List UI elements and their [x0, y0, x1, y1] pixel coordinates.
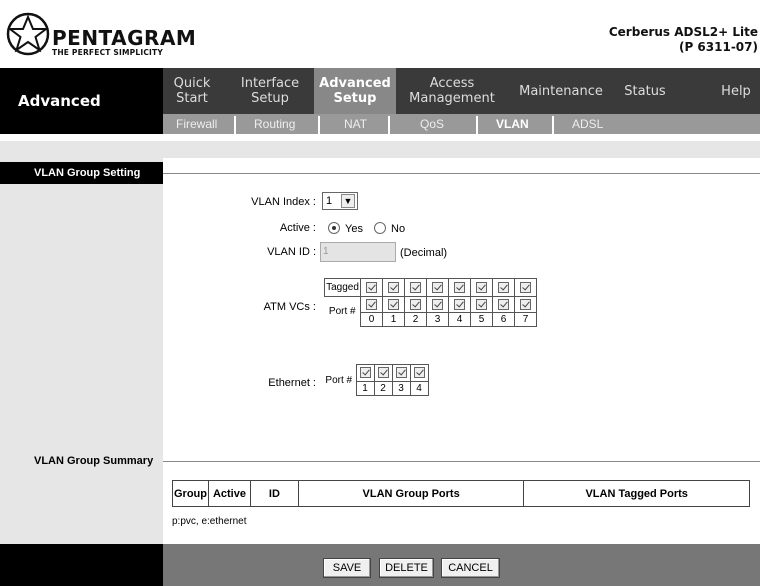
atm-vcs-label: ATM VCs :: [263, 301, 316, 313]
subnav-separator: [318, 116, 320, 134]
vlan-id-unit: (Decimal): [400, 247, 448, 259]
vlan-index-label: VLAN Index :: [251, 196, 316, 208]
spacer-bar: [0, 141, 760, 158]
eth-port-checkbox-1[interactable]: [359, 367, 371, 379]
atm-tagged-checkbox-6[interactable]: [498, 281, 509, 293]
atm-vcs-grid: Tagged Port # 0 1 2 3 4 5 6 7: [324, 278, 537, 327]
atm-port-checkbox-0[interactable]: [366, 298, 377, 310]
delete-button[interactable]: DELETE: [379, 558, 434, 578]
subtab-firewall[interactable]: Firewall: [176, 114, 217, 134]
header: PENTAGRAM THE PERFECT SIMPLICITY Cerberu…: [0, 0, 760, 68]
subtab-vlan[interactable]: VLAN: [496, 114, 529, 134]
col-group-ports: VLAN Group Ports: [297, 480, 525, 507]
atm-port-number: 0: [360, 312, 383, 327]
eth-port-number: 1: [355, 381, 375, 396]
col-id: ID: [249, 480, 299, 507]
atm-port-checkbox-1[interactable]: [388, 298, 399, 310]
section-title: Advanced: [0, 68, 163, 134]
brand-logo: PENTAGRAM THE PERFECT SIMPLICITY: [6, 12, 196, 62]
brand-name: PENTAGRAM: [52, 26, 197, 50]
atm-tagged-checkbox-3[interactable]: [432, 281, 443, 293]
tab-status[interactable]: Status: [618, 68, 672, 114]
atm-tagged-checkbox-4[interactable]: [454, 281, 465, 293]
eth-port-checkbox-3[interactable]: [395, 367, 407, 379]
col-active: Active: [207, 480, 251, 507]
subnav-separator: [388, 116, 390, 134]
active-yes-label: Yes: [345, 223, 363, 235]
cancel-button[interactable]: CANCEL: [441, 558, 500, 578]
atm-port-number: 7: [514, 312, 537, 327]
eth-port-checkbox-2[interactable]: [377, 367, 389, 379]
subtab-qos[interactable]: QoS: [420, 114, 444, 134]
divider: [163, 461, 760, 462]
atm-tagged-checkbox-7[interactable]: [520, 281, 531, 293]
tab-maintenance[interactable]: Maintenance: [512, 68, 610, 114]
eth-port-checkbox-4[interactable]: [413, 367, 425, 379]
col-tagged-ports: VLAN Tagged Ports: [523, 480, 750, 507]
product-line2: (P 6311-07): [678, 40, 758, 54]
product-name: Cerberus ADSL2+ Lite (P 6311-07): [609, 25, 758, 55]
tab-advanced-setup[interactable]: Advanced Setup: [314, 68, 396, 114]
atm-port-checkbox-4[interactable]: [454, 298, 465, 310]
subtab-routing[interactable]: Routing: [254, 114, 295, 134]
ethernet-grid: Port # 1 2 3 4: [322, 364, 429, 396]
active-label: Active :: [279, 222, 316, 234]
atm-port-checkbox-2[interactable]: [410, 298, 421, 310]
atm-port-checkbox-7[interactable]: [520, 298, 531, 310]
left-column: [0, 158, 163, 544]
vlan-id-input[interactable]: 1: [320, 242, 396, 262]
tab-interface-setup[interactable]: Interface Setup: [232, 68, 308, 114]
product-line1: Cerberus ADSL2+ Lite: [608, 25, 758, 39]
pentagram-logo-icon: [6, 12, 50, 56]
chevron-down-icon: ▼: [341, 194, 355, 208]
atm-tagged-checkbox-5[interactable]: [476, 281, 487, 293]
subnav-separator: [476, 116, 478, 134]
save-button[interactable]: SAVE: [323, 558, 371, 578]
active-yes-radio[interactable]: [328, 222, 340, 234]
atm-port-number: 4: [448, 312, 471, 327]
sub-nav: [163, 114, 760, 134]
tab-quick-start[interactable]: Quick Start: [166, 68, 218, 114]
vlan-index-select[interactable]: 1 ▼: [322, 192, 358, 210]
active-no-label: No: [391, 223, 406, 235]
active-no-radio[interactable]: [374, 222, 386, 234]
subtab-nat[interactable]: NAT: [344, 114, 367, 134]
eth-port-number: 2: [373, 381, 393, 396]
tagged-label: Tagged: [324, 278, 361, 297]
subtab-adsl[interactable]: ADSL: [572, 114, 603, 134]
atm-port-number: 1: [382, 312, 405, 327]
atm-port-label: Port #: [328, 306, 356, 318]
tab-access-management[interactable]: Access Management: [404, 68, 500, 114]
vlan-id-label: VLAN ID :: [267, 246, 316, 258]
atm-port-number: 2: [404, 312, 427, 327]
vlan-group-setting-title: VLAN Group Setting: [0, 162, 163, 184]
atm-port-checkbox-6[interactable]: [498, 298, 509, 310]
vlan-group-summary-title: VLAN Group Summary: [34, 455, 154, 467]
vlan-summary-table: Group Active ID VLAN Group Ports VLAN Ta…: [172, 480, 750, 507]
atm-port-number: 6: [492, 312, 515, 327]
ethernet-label: Ethernet :: [268, 377, 316, 389]
brand-tagline: THE PERFECT SIMPLICITY: [52, 48, 163, 57]
eth-port-label: Port #: [325, 374, 353, 386]
atm-port-checkbox-5[interactable]: [476, 298, 487, 310]
atm-tagged-checkbox-1[interactable]: [388, 281, 399, 293]
eth-port-number: 4: [409, 381, 429, 396]
atm-tagged-checkbox-2[interactable]: [410, 281, 421, 293]
col-group: Group: [172, 480, 209, 507]
subnav-separator: [234, 116, 236, 134]
atm-port-number: 5: [470, 312, 493, 327]
atm-tagged-checkbox-0[interactable]: [366, 281, 377, 293]
subnav-separator: [552, 116, 554, 134]
atm-port-checkbox-3[interactable]: [432, 298, 443, 310]
summary-note: p:pvc, e:ethernet: [172, 516, 247, 527]
tab-help[interactable]: Help: [712, 68, 760, 114]
divider: [163, 173, 760, 174]
eth-port-number: 3: [391, 381, 411, 396]
atm-port-number: 3: [426, 312, 449, 327]
